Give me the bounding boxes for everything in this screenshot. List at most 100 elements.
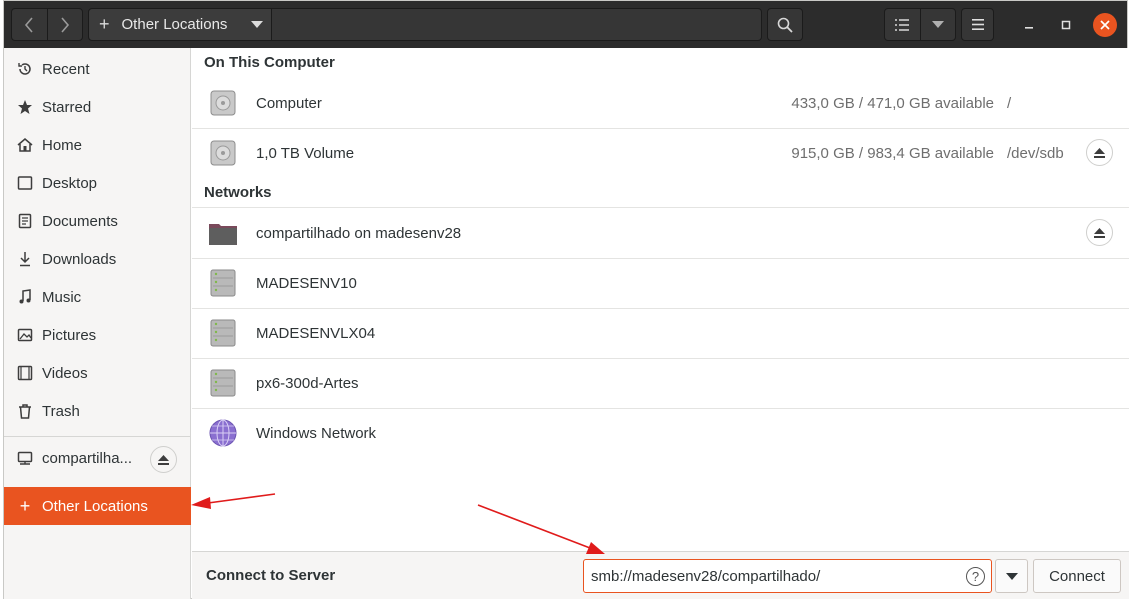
video-icon — [16, 364, 34, 382]
minimize-icon — [1025, 27, 1033, 29]
navigation-buttons — [11, 8, 83, 41]
location-name: MADESENVLX04 — [256, 324, 376, 342]
header-bar: + Other Locations — [4, 1, 1127, 48]
location-name: Computer — [256, 94, 322, 112]
sidebar-eject-button[interactable] — [150, 446, 177, 473]
sidebar-item-videos[interactable]: Videos — [4, 354, 191, 392]
file-manager-window: + Other Locations Recent Starred Home De… — [3, 0, 1129, 599]
location-name: 1,0 TB Volume — [256, 144, 355, 162]
server-icon — [210, 319, 236, 347]
close-icon — [1100, 20, 1110, 30]
location-row-computer[interactable]: Computer 433,0 GB / 471,0 GB available / — [192, 78, 1129, 128]
download-icon — [16, 250, 34, 268]
home-icon — [16, 136, 34, 154]
location-path: /dev/sdb — [1007, 144, 1064, 162]
sidebar-item-desktop[interactable]: Desktop — [4, 164, 191, 202]
sidebar-separator — [4, 436, 191, 437]
eject-button[interactable] — [1086, 219, 1113, 246]
document-icon — [16, 212, 34, 230]
trash-icon — [16, 402, 34, 420]
sidebar-item-label: Other Locations — [42, 497, 148, 515]
eject-icon — [1094, 227, 1105, 238]
back-button[interactable] — [12, 9, 47, 40]
sidebar-item-home[interactable]: Home — [4, 126, 191, 164]
sidebar-item-label: Pictures — [42, 326, 97, 344]
connect-to-server-label: Connect to Server — [206, 567, 336, 584]
sidebar-item-recent[interactable]: Recent — [4, 50, 191, 88]
search-icon — [777, 17, 793, 33]
sidebar-item-pictures[interactable]: Pictures — [4, 316, 191, 354]
list-view-button[interactable] — [885, 9, 920, 40]
search-button[interactable] — [767, 8, 803, 41]
close-button[interactable] — [1093, 13, 1117, 37]
recent-servers-dropdown[interactable] — [995, 559, 1028, 593]
sidebar-item-label: Videos — [42, 364, 88, 382]
plus-icon: + — [19, 495, 31, 516]
other-locations-view: On This Computer Computer 433,0 GB / 471… — [192, 48, 1129, 599]
help-icon[interactable]: ? — [966, 567, 985, 586]
sidebar-item-label: Downloads — [42, 250, 117, 268]
location-row-network[interactable]: compartilhado on madesenv28 — [192, 208, 1129, 258]
location-size: 433,0 GB / 471,0 GB available — [791, 94, 994, 112]
path-bar: + Other Locations — [88, 8, 762, 41]
sidebar-item-other-locations[interactable]: + Other Locations — [4, 487, 191, 525]
sidebar-item-label: Music — [42, 288, 82, 306]
caret-down-icon — [931, 20, 944, 28]
list-view-icon — [895, 18, 910, 31]
minimize-button[interactable] — [1017, 13, 1041, 37]
sidebar-item-label: Starred — [42, 98, 92, 116]
sidebar-item-label: Home — [42, 136, 83, 154]
plus-icon: + — [99, 14, 110, 34]
sidebar-item-label: Documents — [42, 212, 118, 230]
caret-down-icon — [251, 21, 263, 28]
eject-button[interactable] — [1086, 139, 1113, 166]
section-heading-networks: Networks — [204, 184, 272, 201]
sidebar-item-trash[interactable]: Trash — [4, 392, 191, 430]
location-row-network[interactable]: MADESENV10 — [192, 258, 1129, 308]
sidebar-item-label: Desktop — [42, 174, 98, 192]
globe-icon — [209, 419, 237, 447]
hard-disk-icon — [210, 140, 236, 166]
location-name: MADESENV10 — [256, 274, 357, 292]
location-row-network[interactable]: px6-300d-Artes — [192, 358, 1129, 408]
location-path: / — [1007, 94, 1012, 112]
chevron-right-icon — [61, 16, 69, 33]
sidebar-item-label: Trash — [42, 402, 80, 420]
view-buttons — [884, 8, 956, 41]
eject-icon — [1094, 147, 1105, 158]
location-row-network[interactable]: MADESENVLX04 — [192, 308, 1129, 358]
forward-button[interactable] — [46, 9, 83, 40]
view-options-button[interactable] — [919, 9, 956, 40]
maximize-button[interactable] — [1054, 13, 1078, 37]
sidebar-item-downloads[interactable]: Downloads — [4, 240, 191, 278]
sidebar-item-starred[interactable]: Starred — [4, 88, 191, 126]
menu-button[interactable] — [961, 8, 994, 41]
caret-down-icon — [1005, 572, 1018, 580]
server-address-value: smb://madesenv28/compartilhado/ — [591, 567, 821, 585]
location-label: Other Locations — [121, 16, 228, 33]
location-row-volume[interactable]: 1,0 TB Volume 915,0 GB / 983,4 GB availa… — [192, 128, 1129, 178]
clock-icon — [16, 60, 34, 78]
eject-icon — [158, 454, 169, 465]
sidebar-item-music[interactable]: Music — [4, 278, 191, 316]
network-folder-icon — [16, 449, 34, 467]
location-name: compartilhado on madesenv28 — [256, 224, 462, 242]
folder-icon — [209, 224, 237, 245]
location-button[interactable]: + Other Locations — [89, 9, 272, 40]
server-address-input[interactable]: smb://madesenv28/compartilhado/ ? — [583, 559, 992, 593]
location-row-network[interactable]: Windows Network — [192, 408, 1129, 458]
location-size: 915,0 GB / 983,4 GB available — [791, 144, 994, 162]
maximize-icon — [1061, 20, 1071, 30]
music-icon — [16, 288, 34, 306]
sidebar-item-documents[interactable]: Documents — [4, 202, 191, 240]
server-icon — [210, 369, 236, 397]
connect-button[interactable]: Connect — [1033, 559, 1121, 593]
hamburger-menu-icon — [971, 19, 984, 30]
connect-to-server-bar: Connect to Server smb://madesenv28/compa… — [192, 551, 1129, 599]
sidebar-item-label: Recent — [42, 60, 90, 78]
picture-icon — [16, 326, 34, 344]
sidebar: Recent Starred Home Desktop Documents Do… — [4, 48, 191, 599]
star-icon — [16, 98, 34, 116]
location-name: Windows Network — [256, 424, 377, 442]
chevron-left-icon — [25, 16, 33, 33]
